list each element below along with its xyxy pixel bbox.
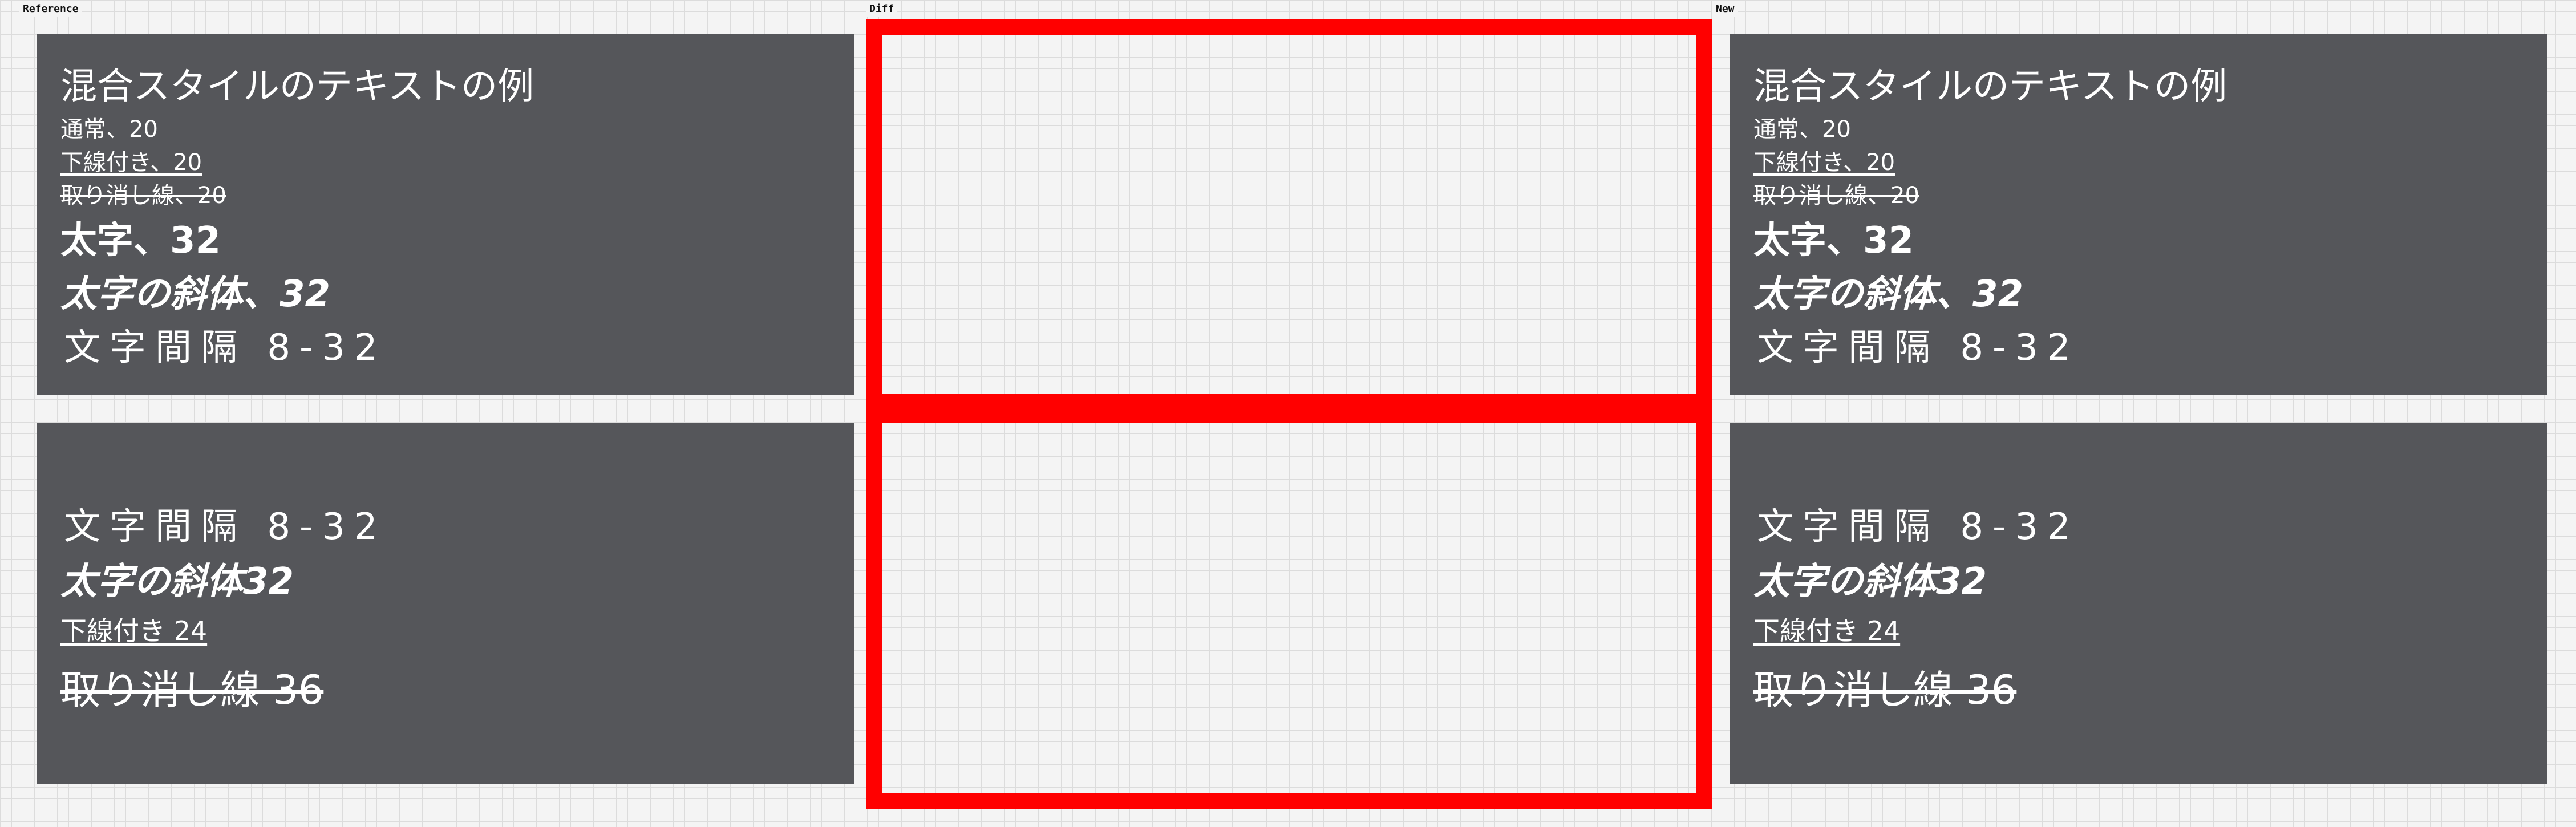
letter-spacing-text: 文字間隔 8-32 (1757, 327, 2080, 369)
underline-text: 下線付き、20 (60, 149, 202, 176)
normal-text: 通常、20 (60, 116, 158, 143)
bold-text: 太字、32 (1753, 220, 1914, 262)
bold-italic-text: 太字の斜体、32 (60, 273, 331, 315)
bold-italic-text: 太字の斜体32 (60, 561, 294, 603)
strike-text: 取り消し線 36 (1753, 667, 2017, 714)
normal-text: 通常、20 (1753, 116, 1851, 143)
title-text: 混合スタイルのテキストの例 (60, 66, 534, 108)
reference-top-panel: 混合スタイルのテキストの例 通常、20 下線付き、20 取り消し線、20 太字、… (37, 34, 854, 395)
underline-text: 下線付き、20 (1753, 149, 1895, 176)
diff-divider (866, 394, 1712, 423)
letter-spacing-text: 文字間隔 8-32 (64, 327, 387, 369)
reference-label: Reference (19, 1, 82, 17)
strike-text: 取り消し線 36 (60, 667, 324, 714)
title-text: 混合スタイルのテキストの例 (1753, 66, 2227, 108)
strike-text: 取り消し線、20 (60, 183, 226, 209)
bold-text: 太字、32 (60, 220, 221, 262)
letter-spacing-text: 文字間隔 8-32 (1757, 506, 2080, 548)
diff-label: Diff (866, 1, 898, 17)
new-top-panel: 混合スタイルのテキストの例 通常、20 下線付き、20 取り消し線、20 太字、… (1730, 34, 2547, 395)
bold-italic-text: 太字の斜体、32 (1753, 273, 2024, 315)
new-label: New (1712, 1, 1738, 17)
underline-text: 下線付き 24 (1753, 615, 1901, 646)
new-bottom-panel: 文字間隔 8-32 太字の斜体32 下線付き 24 取り消し線 36 (1730, 423, 2547, 784)
reference-bottom-panel: 文字間隔 8-32 太字の斜体32 下線付き 24 取り消し線 36 (37, 423, 854, 784)
bold-italic-text: 太字の斜体32 (1753, 561, 1987, 603)
letter-spacing-text: 文字間隔 8-32 (64, 506, 387, 548)
underline-text: 下線付き 24 (60, 615, 208, 646)
strike-text: 取り消し線、20 (1753, 183, 1919, 209)
